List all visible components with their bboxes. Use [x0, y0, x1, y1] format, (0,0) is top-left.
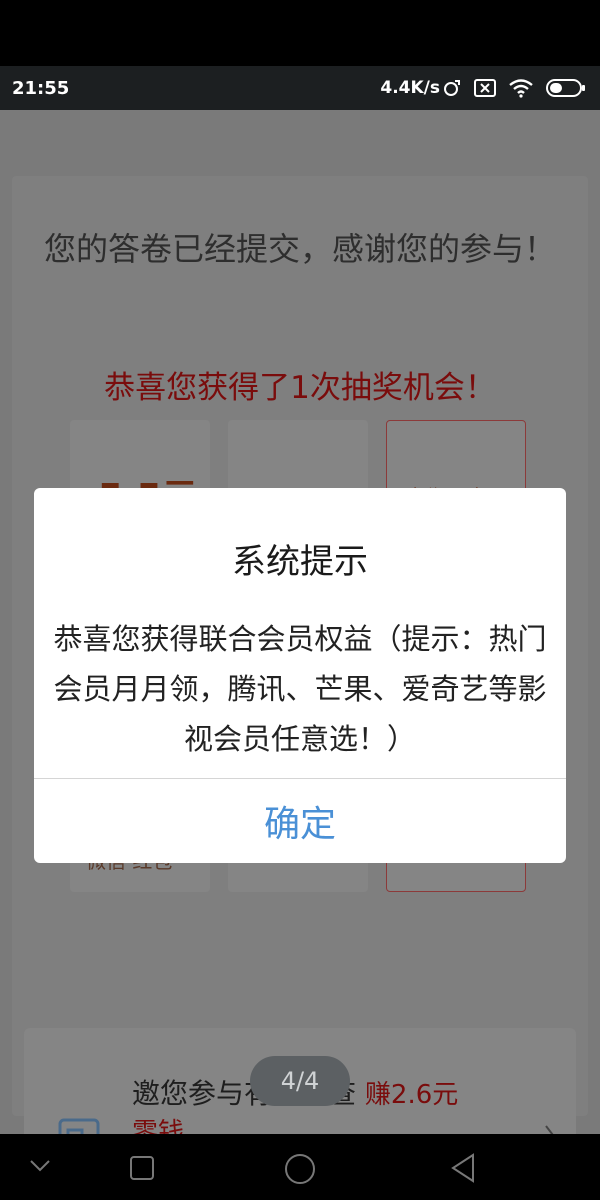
lottery-congrats: 恭喜您获得了1次抽奖机会！ [104, 370, 496, 406]
wifi-icon [508, 78, 534, 98]
navigation-bar [0, 1134, 600, 1200]
chevron-right-icon [544, 1124, 558, 1134]
submitted-message: 您的答卷已经提交，感谢您的参与！ [43, 230, 556, 268]
document-icon [58, 1118, 100, 1134]
home-button[interactable] [283, 1152, 317, 1190]
invite-earn: 赚2.6元 [364, 1080, 459, 1110]
dialog-message: 恭喜您获得联合会员权益（提示：热门会员月月领，腾讯、芒果、爱奇艺等影视会员任意选… [53, 622, 547, 756]
network-speed: 4.4K/s [380, 78, 440, 98]
top-black-bar [0, 0, 600, 66]
confirm-button[interactable]: 确定 [34, 779, 566, 863]
system-alert-dialog: 系统提示 恭喜您获得联合会员权益（提示：热门会员月月领，腾讯、芒果、爱奇艺等影视… [34, 488, 566, 863]
sim-off-icon [474, 79, 496, 97]
page-indicator: 4/4 [250, 1056, 350, 1106]
sync-icon [442, 78, 462, 98]
invite-reward-unit: 零钱 [132, 1118, 185, 1134]
battery-icon [546, 78, 586, 98]
chevron-down-icon[interactable] [28, 1158, 52, 1178]
recent-apps-button[interactable] [128, 1154, 156, 1186]
dialog-title: 系统提示 [232, 542, 368, 582]
status-icons: 4.4K/s [380, 78, 586, 98]
back-button[interactable] [448, 1152, 478, 1188]
status-bar: 21:55 4.4K/s [0, 66, 600, 110]
status-time: 21:55 [12, 77, 70, 99]
